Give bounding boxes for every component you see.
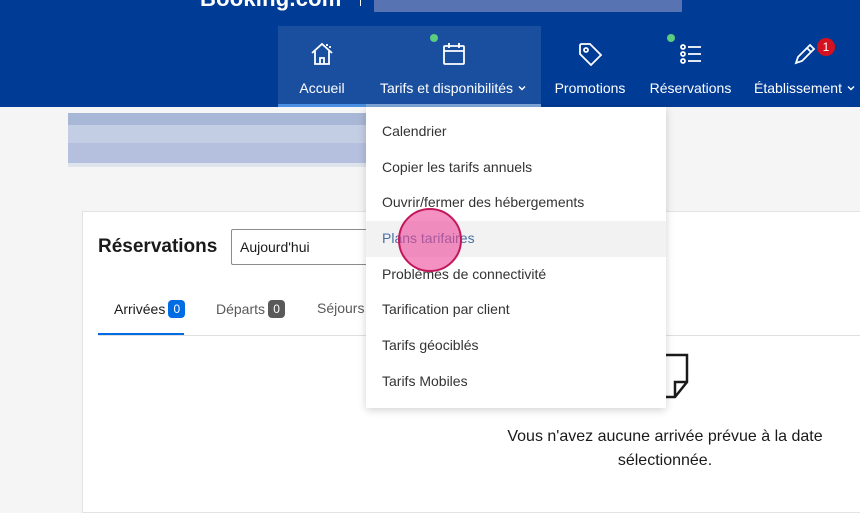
menu-item-open-close-rooms[interactable]: Ouvrir/fermer des hébergements — [366, 185, 666, 221]
nav-promotions[interactable]: Promotions — [545, 26, 635, 107]
notification-dot — [430, 34, 438, 42]
nav-promotions-label: Promotions — [554, 80, 626, 96]
brand-logo[interactable]: Booking.com — [200, 0, 342, 12]
menu-item-geo-targeted-rates[interactable]: Tarifs géociblés — [366, 328, 666, 364]
menu-item-copy-annual-rates[interactable]: Copier les tarifs annuels — [366, 150, 666, 186]
tag-icon — [579, 43, 603, 67]
menu-item-calendar[interactable]: Calendrier — [366, 114, 666, 150]
tab-departures[interactable]: Départs 0 — [216, 300, 286, 318]
tab-departures-count: 0 — [268, 300, 286, 318]
nav-reservations[interactable]: Réservations — [643, 26, 738, 107]
nav-rates-availability-label: Tarifs et disponibilités — [380, 80, 527, 96]
menu-item-rate-plans[interactable]: Plans tarifaires — [366, 221, 666, 257]
empty-state-message: Vous n'avez aucune arrivée prévue à la d… — [507, 428, 823, 469]
redacted-property-banner — [68, 113, 371, 167]
menu-item-connectivity-issues[interactable]: Problèmes de connectivité — [366, 257, 666, 293]
notification-dot — [667, 34, 675, 42]
tab-departures-label: Départs — [216, 301, 266, 317]
nav-property-label: Établissement — [754, 80, 856, 96]
date-select[interactable]: Aujourd'hui — [231, 229, 371, 265]
nav-rates-availability[interactable]: Tarifs et disponibilités — [366, 26, 541, 107]
rates-availability-menu: Calendrier Copier les tarifs annuels Ouv… — [366, 107, 666, 408]
tab-arrivals-count: 0 — [168, 300, 186, 318]
nav-reservations-label: Réservations — [649, 80, 732, 96]
tab-arrivals[interactable]: Arrivées 0 — [114, 300, 186, 318]
tab-stays-label: Séjours — [317, 300, 365, 316]
pen-icon — [794, 43, 816, 65]
list-icon — [679, 44, 701, 64]
nav-home-label: Accueil — [299, 80, 345, 96]
brand-divider — [360, 0, 361, 6]
home-icon — [311, 42, 333, 65]
chevron-down-icon — [847, 86, 855, 91]
property-search-field-redacted[interactable] — [374, 0, 682, 12]
nav-property[interactable]: 1 Établissement — [750, 26, 860, 107]
tab-arrivals-label: Arrivées — [114, 301, 166, 317]
notification-badge: 1 — [817, 38, 835, 56]
menu-item-mobile-rates[interactable]: Tarifs Mobiles — [366, 364, 666, 400]
nav-home[interactable]: Accueil — [278, 26, 366, 107]
top-navigation-bar: Booking.com Accueil Tarifs et disponibil… — [0, 0, 860, 107]
calendar-icon — [442, 43, 465, 65]
chevron-down-icon — [518, 86, 526, 91]
reservations-title: Réservations — [98, 236, 218, 257]
menu-item-pricing-per-guest[interactable]: Tarification par client — [366, 292, 666, 328]
tab-stays[interactable]: Séjours — [317, 300, 364, 316]
